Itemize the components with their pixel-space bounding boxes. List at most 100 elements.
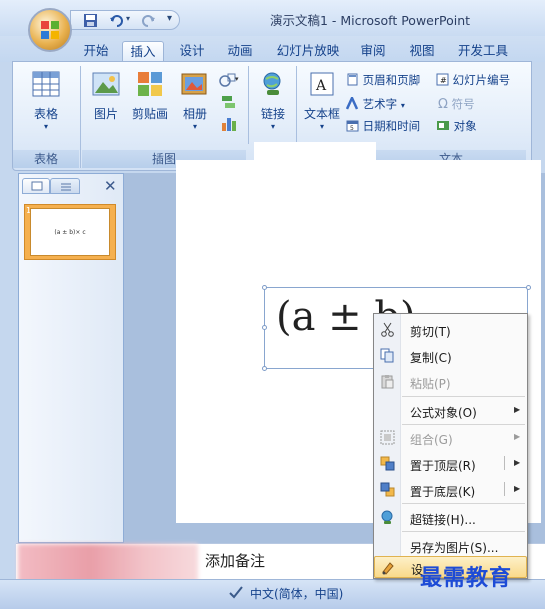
wordart-dropdown-icon: ▾ (400, 101, 405, 110)
table-button[interactable]: 表格 ▾ (22, 70, 70, 131)
table-icon (32, 71, 60, 97)
tab-animation[interactable]: 动画 (224, 41, 256, 61)
hyperlink-icon (381, 510, 393, 524)
menu-item-bring-to-front[interactable]: 置于顶层(R) ▶ (374, 451, 527, 477)
bring-to-front-icon (380, 456, 395, 471)
album-dropdown-icon: ▾ (192, 122, 197, 131)
tab-design[interactable]: 设计 (176, 41, 208, 61)
menu-item-paste[interactable]: 粘贴(P) (374, 369, 527, 395)
wordart-label: 艺术字 (362, 97, 398, 111)
menu-item-copy[interactable]: 复制(C) (374, 343, 527, 369)
slides-tab-icon (31, 181, 43, 191)
notes-placeholder: 添加备注 (205, 552, 266, 570)
menu-item-cut[interactable]: 剪切(T) (374, 317, 527, 343)
send-to-back-icon (380, 482, 395, 497)
shapes-icon[interactable]: ▾ (218, 72, 240, 90)
menu-separator (402, 503, 525, 504)
window-title: 演示文稿1 - Microsoft PowerPoint (269, 13, 471, 28)
object-label: 对象 (453, 119, 477, 133)
menu-item-label: 另存为图片(S)... (410, 541, 499, 555)
split-divider (504, 456, 505, 470)
textbox-button-label: 文本框 (303, 107, 340, 121)
menu-separator (402, 396, 525, 397)
group-divider (296, 66, 297, 144)
datetime-button[interactable]: 5 日期和时间 (346, 118, 420, 134)
resize-handle[interactable] (262, 285, 267, 290)
spellcheck-icon[interactable] (228, 585, 244, 599)
link-button[interactable]: 链接 ▾ (256, 70, 290, 131)
textbox-button[interactable]: A 文本框 ▾ (302, 70, 342, 131)
menu-item-label: 公式对象(O) (410, 406, 477, 420)
symbol-button[interactable]: Ω 符号 (438, 96, 475, 112)
tab-slideshow[interactable]: 幻灯片放映 (273, 41, 343, 61)
office-button[interactable] (28, 8, 72, 52)
resize-handle[interactable] (262, 366, 267, 371)
clipart-button-label: 剪贴画 (131, 107, 168, 121)
slide-number-label: 幻灯片编号 (452, 73, 511, 87)
slides-tab[interactable] (22, 178, 50, 194)
group-label-table: 表格 (13, 150, 79, 168)
table-dropdown-icon: ▾ (43, 122, 48, 131)
outline-tab-icon (61, 183, 71, 191)
tab-insert[interactable]: 插入 (122, 41, 164, 61)
header-footer-label: 页眉和页脚 (362, 73, 421, 87)
menu-item-label: 超链接(H)... (410, 513, 476, 527)
object-button[interactable]: 对象 (436, 118, 477, 134)
tab-view[interactable]: 视图 (406, 41, 438, 61)
resize-handle[interactable] (526, 285, 531, 290)
office-logo-icon (41, 21, 59, 39)
menu-item-label: 剪切(T) (410, 325, 451, 339)
submenu-arrow-icon: ▶ (514, 405, 521, 414)
menu-item-send-to-back[interactable]: 置于底层(K) ▶ (374, 477, 527, 503)
svg-text:A: A (315, 78, 327, 94)
redo-icon[interactable] (141, 13, 156, 28)
slide-canvas-top (254, 142, 376, 190)
chart-icon[interactable] (220, 114, 238, 132)
menu-item-label: 置于底层(K) (410, 485, 476, 499)
menu-item-label: 组合(G) (410, 433, 453, 447)
link-button-label: 链接 (260, 107, 285, 121)
picture-button[interactable]: 图片 (88, 70, 124, 122)
tab-review[interactable]: 审阅 (357, 41, 389, 61)
object-icon (437, 121, 449, 130)
slide-thumb-text: (a ± b)× c (30, 208, 110, 256)
status-language[interactable]: 中文(简体，中国) (250, 585, 343, 602)
watermark-text: 最需教育 (420, 566, 513, 591)
outline-tab[interactable] (50, 178, 80, 194)
omega-icon: Ω (438, 97, 448, 112)
tab-home[interactable]: 开始 (80, 41, 112, 61)
slide-number-button[interactable]: # 幻灯片编号 (436, 72, 510, 88)
wordart-button[interactable]: 艺术字 ▾ (345, 94, 405, 112)
undo-icon[interactable] (109, 13, 124, 28)
textbox-dropdown-icon: ▾ (319, 122, 324, 131)
menu-item-label: 置于顶层(R) (410, 459, 476, 473)
smartart-icon[interactable] (220, 94, 238, 110)
link-dropdown-icon: ▾ (270, 122, 275, 131)
photo-album-icon (181, 73, 207, 95)
svg-text:5: 5 (350, 125, 354, 132)
calendar-icon: 5 (346, 120, 359, 132)
submenu-arrow-icon: ▶ (514, 432, 521, 441)
header-footer-icon (347, 73, 358, 86)
symbol-label: 符号 (451, 97, 475, 111)
svg-text:#: # (440, 76, 447, 85)
split-divider (504, 482, 505, 496)
album-button[interactable]: 相册 ▾ (176, 70, 214, 131)
save-icon[interactable] (83, 13, 98, 28)
clipart-icon (138, 72, 162, 96)
clipart-button[interactable]: 剪贴画 (128, 70, 172, 122)
undo-dropdown-icon[interactable]: ▾ (126, 14, 130, 23)
slide-number-icon: # (436, 73, 449, 86)
tab-developer[interactable]: 开发工具 (455, 41, 511, 61)
close-pane-icon[interactable]: ✕ (104, 177, 117, 195)
menu-item-formula-object[interactable]: 公式对象(O) ▶ (374, 398, 527, 424)
menu-item-group[interactable]: 组合(G) ▶ (374, 425, 527, 451)
customize-qat-icon[interactable]: ▾ (167, 13, 172, 24)
menu-item-label: 复制(C) (410, 351, 452, 365)
group-divider (80, 66, 81, 168)
header-footer-button[interactable]: 页眉和页脚 (346, 72, 420, 88)
resize-handle[interactable] (262, 325, 267, 330)
menu-item-hyperlink[interactable]: 超链接(H)... (374, 505, 527, 531)
format-object-icon (382, 562, 394, 575)
picture-icon (92, 72, 120, 96)
